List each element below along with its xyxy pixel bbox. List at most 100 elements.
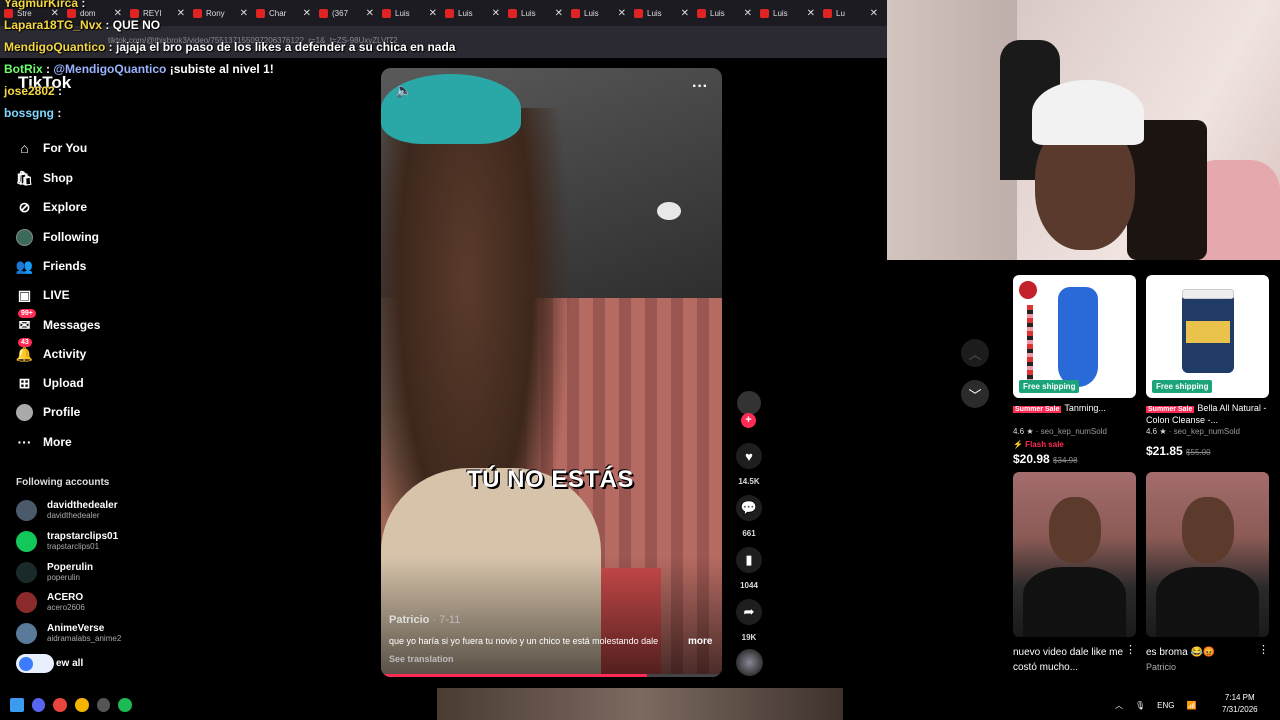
chrome-icon[interactable] bbox=[75, 698, 89, 712]
recommended-video-title[interactable]: es broma 😂😡 bbox=[1146, 645, 1269, 660]
recommended-video-card[interactable]: ⋮ es broma 😂😡 Patricio bbox=[1146, 472, 1269, 672]
product-image[interactable]: Free shipping bbox=[1146, 275, 1269, 398]
following-account-item[interactable]: ACERO acero2606 bbox=[16, 592, 85, 613]
next-video-chevron-down-icon[interactable]: ﹀ bbox=[961, 380, 989, 408]
previous-video-chevron-up-icon[interactable]: ︿ bbox=[961, 339, 989, 367]
follow-button[interactable]: + bbox=[741, 413, 756, 428]
video-card-more-icon[interactable]: ⋮ bbox=[1125, 643, 1136, 656]
avatar[interactable] bbox=[16, 562, 37, 583]
avatar[interactable] bbox=[16, 623, 37, 644]
browser-tab[interactable]: Luis ✕ bbox=[756, 0, 819, 26]
tab-close-icon[interactable]: ✕ bbox=[681, 8, 689, 19]
tab-close-icon[interactable]: ✕ bbox=[177, 8, 185, 19]
sidebar-item-friends[interactable]: 👥 Friends bbox=[16, 255, 87, 277]
next-video-preview[interactable] bbox=[437, 688, 843, 720]
tab-close-icon[interactable]: ✕ bbox=[870, 8, 878, 19]
sidebar-item-explore[interactable]: ⊘ Explore bbox=[16, 196, 87, 218]
see-translation-button[interactable]: See translation bbox=[389, 654, 454, 664]
tab-label: Luis bbox=[584, 8, 599, 18]
tab-close-icon[interactable]: ✕ bbox=[366, 8, 374, 19]
volume-icon[interactable]: 🔈 bbox=[395, 82, 412, 99]
sidebar-item-shop[interactable]: 🛍 Shop bbox=[16, 167, 73, 189]
messages-icon: ✉ 99+ bbox=[16, 308, 36, 334]
recommended-video-title[interactable]: nuevo video dale like me costó mucho... bbox=[1013, 645, 1136, 675]
product-image[interactable]: Free shipping bbox=[1013, 275, 1136, 398]
tab-close-icon[interactable]: ✕ bbox=[240, 8, 248, 19]
video-player[interactable]: 🔈 ··· TÚ NO ESTÁS Patricio · 7-11 que yo… bbox=[381, 68, 722, 677]
comment-icon[interactable]: 💬 bbox=[736, 495, 762, 521]
following-account-item[interactable]: Poperulin poperulin bbox=[16, 562, 93, 583]
language-indicator[interactable]: ENG bbox=[1157, 701, 1174, 710]
windows-start-icon[interactable] bbox=[10, 698, 24, 712]
sidebar-item-for-you[interactable]: ⌂ For You bbox=[16, 137, 87, 159]
avatar[interactable] bbox=[16, 592, 37, 613]
bookmark-icon[interactable]: ▮ bbox=[736, 547, 762, 573]
author-name[interactable]: Patricio bbox=[389, 614, 429, 626]
see-all-toggle-icon bbox=[16, 654, 54, 673]
recommended-video-card[interactable]: ⋮ nuevo video dale like me costó mucho..… bbox=[1013, 472, 1136, 675]
creator-avatar[interactable] bbox=[737, 391, 761, 415]
share-arrow-icon[interactable]: ➦ bbox=[736, 599, 762, 625]
browser-tab[interactable]: Lu ✕ bbox=[819, 0, 882, 26]
see-all-link[interactable]: ew all bbox=[16, 654, 83, 673]
recommended-video-author[interactable]: Patricio bbox=[1146, 662, 1269, 672]
tab-close-icon[interactable]: ✕ bbox=[744, 8, 752, 19]
comment-button[interactable]: 💬 661 bbox=[734, 495, 764, 538]
video-thumbnail[interactable] bbox=[1146, 472, 1269, 637]
following-account-item[interactable]: trapstarclips01 trapstarclips01 bbox=[16, 531, 118, 552]
music-disc-icon[interactable] bbox=[736, 649, 763, 676]
browser-tab[interactable]: Char ✕ bbox=[252, 0, 315, 26]
sidebar-item-upload[interactable]: ⊞ Upload bbox=[16, 372, 84, 394]
sidebar-item-activity[interactable]: 🔔 43 Activity bbox=[16, 337, 86, 365]
browser-tab[interactable]: Luis ✕ bbox=[630, 0, 693, 26]
video-progress-bar[interactable] bbox=[381, 674, 722, 677]
video-author[interactable]: Patricio · 7-11 bbox=[389, 614, 460, 626]
tab-close-icon[interactable]: ✕ bbox=[492, 8, 500, 19]
chevron-up-icon[interactable]: ︿ bbox=[1115, 700, 1123, 711]
like-button[interactable]: ♥ 14.5K bbox=[734, 443, 764, 486]
description-more-button[interactable]: more bbox=[688, 636, 712, 647]
browser-tab[interactable]: Luis ✕ bbox=[504, 0, 567, 26]
tab-close-icon[interactable]: ✕ bbox=[618, 8, 626, 19]
wifi-icon[interactable]: 📶 bbox=[1187, 701, 1197, 710]
tab-close-icon[interactable]: ✕ bbox=[807, 8, 815, 19]
chrome-icon[interactable] bbox=[53, 698, 68, 712]
tab-close-icon[interactable]: ✕ bbox=[303, 8, 311, 19]
share-button[interactable]: ➦ 19K bbox=[734, 599, 764, 642]
following-account-item[interactable]: davidthedealer davidthedealer bbox=[16, 500, 118, 521]
free-shipping-badge: Free shipping bbox=[1152, 380, 1213, 393]
spotify-icon[interactable] bbox=[118, 698, 133, 712]
product-rating: 4.6 ★ · seo_kep_numSold bbox=[1013, 427, 1107, 436]
browser-tab[interactable]: Rony ✕ bbox=[189, 0, 252, 26]
video-thumbnail[interactable] bbox=[1013, 472, 1136, 637]
browser-tab[interactable]: (367 ✕ bbox=[315, 0, 378, 26]
browser-tab[interactable]: Luis ✕ bbox=[693, 0, 756, 26]
heart-icon[interactable]: ♥ bbox=[736, 443, 762, 469]
sidebar-item-profile[interactable]: Profile bbox=[16, 401, 80, 423]
obs-icon[interactable] bbox=[96, 698, 111, 712]
avatar[interactable] bbox=[16, 531, 37, 552]
tab-close-icon[interactable]: ✕ bbox=[114, 8, 122, 19]
discord-icon[interactable] bbox=[31, 698, 46, 712]
sidebar-item-label: More bbox=[43, 435, 72, 449]
sidebar-item-more[interactable]: ··· More bbox=[16, 431, 72, 453]
taskbar-clock[interactable]: 7:14 PM 7/31/2026 bbox=[1222, 692, 1258, 716]
browser-tab[interactable]: Luis ✕ bbox=[441, 0, 504, 26]
account-handle: davidthedealer bbox=[47, 511, 100, 520]
sidebar-item-following[interactable]: Following bbox=[16, 226, 99, 248]
product-card[interactable]: Free shipping Summer Sale Tanming... 4.6 … bbox=[1013, 275, 1136, 466]
tab-favicon-icon bbox=[319, 8, 328, 18]
product-card[interactable]: Free shipping Summer Sale Bella All Natur… bbox=[1146, 275, 1269, 458]
more-options-icon[interactable]: ··· bbox=[692, 78, 708, 96]
browser-tab[interactable]: Luis ✕ bbox=[378, 0, 441, 26]
following-account-item[interactable]: AnimeVerse aidramalabs_anime2 bbox=[16, 623, 121, 644]
avatar[interactable] bbox=[16, 500, 37, 521]
tab-close-icon[interactable]: ✕ bbox=[555, 8, 563, 19]
sidebar-item-messages[interactable]: ✉ 99+ Messages bbox=[16, 308, 100, 336]
video-card-more-icon[interactable]: ⋮ bbox=[1258, 643, 1269, 656]
sidebar-item-live[interactable]: ▣ LIVE bbox=[16, 284, 70, 306]
tab-close-icon[interactable]: ✕ bbox=[429, 8, 437, 19]
browser-tab[interactable]: Luis ✕ bbox=[567, 0, 630, 26]
microphone-icon[interactable]: 🎙 bbox=[1135, 701, 1145, 710]
save-button[interactable]: ▮ 1044 bbox=[734, 547, 764, 590]
